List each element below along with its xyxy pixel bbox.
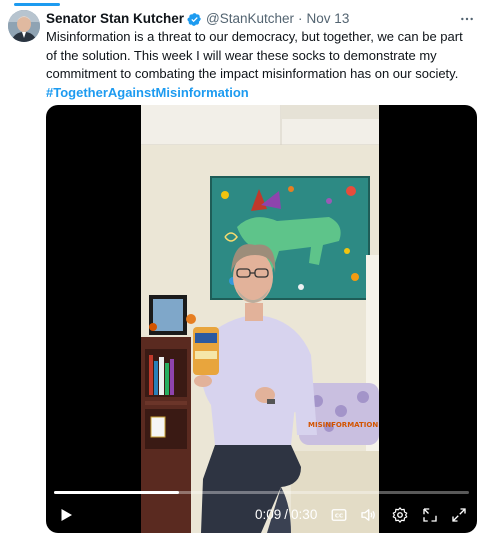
- tweet-header: Senator Stan Kutcher @StanKutcher · Nov …: [46, 10, 481, 28]
- overlay-caption: MISINFORMATION: [308, 421, 379, 429]
- svg-text:CC: CC: [335, 514, 343, 520]
- volume-icon[interactable]: [359, 506, 377, 524]
- progress-fill: [54, 491, 179, 494]
- settings-icon[interactable]: [391, 506, 409, 524]
- video-controls: 0:09/0:30 CC: [46, 497, 477, 533]
- video-frame: [141, 105, 379, 533]
- more-icon[interactable]: [459, 11, 475, 27]
- author-handle[interactable]: @StanKutcher: [206, 10, 294, 28]
- progress-bar[interactable]: [54, 491, 469, 494]
- video-frame-illustration: [141, 105, 379, 533]
- play-icon[interactable]: [57, 506, 75, 524]
- duration: 0:30: [291, 507, 318, 522]
- active-tab-indicator: [14, 3, 60, 6]
- tweet-text: Misinformation is a threat to our democr…: [46, 28, 476, 102]
- fullscreen-icon[interactable]: [450, 506, 468, 524]
- verified-icon: [187, 12, 202, 27]
- tweet-date[interactable]: Nov 13: [307, 10, 350, 28]
- current-time: 0:09: [255, 507, 282, 522]
- time-separator: /: [284, 507, 289, 522]
- header-separator: ·: [298, 11, 303, 26]
- tweet-body: Misinformation is a threat to our democr…: [46, 29, 463, 81]
- pip-icon[interactable]: [421, 506, 439, 524]
- avatar[interactable]: [8, 10, 40, 42]
- time-display: 0:09/0:30: [255, 507, 317, 523]
- author-name[interactable]: Senator Stan Kutcher: [46, 10, 184, 28]
- captions-icon[interactable]: CC: [330, 506, 348, 524]
- video-player[interactable]: MISINFORMATION 0:09/0:30 CC: [46, 105, 477, 533]
- hashtag-link[interactable]: #TogetherAgainstMisinformation: [46, 84, 476, 103]
